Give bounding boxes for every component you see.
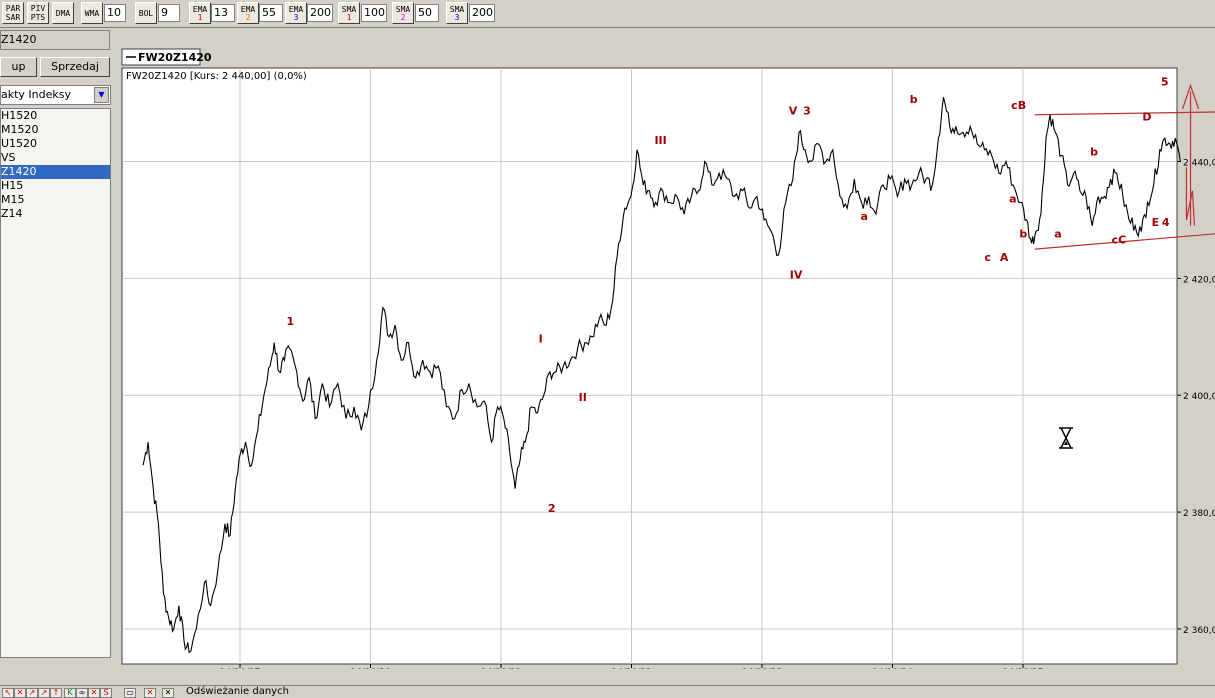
wave-label: b — [1090, 146, 1098, 159]
sma3-button[interactable]: SMA 3 — [446, 2, 468, 24]
x-tick-label: 14/10/24 — [872, 668, 913, 669]
ema3-button[interactable]: EMA 3 — [285, 2, 307, 24]
wave-label: b — [1019, 227, 1027, 240]
chevron-down-icon[interactable]: ▼ — [94, 87, 109, 103]
wave-label: E — [1152, 216, 1160, 229]
wave-label: 1 — [287, 315, 295, 328]
status-text: Odświeżanie danych — [186, 686, 289, 697]
wave-label: IV — [790, 268, 803, 281]
x-tick-label: 14/10/23 — [742, 668, 782, 669]
sell-button[interactable]: Sprzedaj — [40, 57, 110, 77]
sma2-button[interactable]: SMA 2 — [392, 2, 414, 24]
x-tick-label: 14/10/27 — [1003, 668, 1043, 669]
chart-area: 12IIIIIIV3IVabcBabcAabcCD5E4 2 360,002 3… — [113, 28, 1215, 669]
bollinger-period-input[interactable]: 9 — [158, 4, 180, 22]
instrument-list-item[interactable]: M15 — [1, 193, 110, 207]
wave-label: A — [1000, 251, 1009, 264]
instrument-list-item[interactable]: M1520 — [1, 123, 110, 137]
chart-header: FW20Z1420 [Kurs: 2 440,00] (0,0%) — [126, 71, 307, 82]
wave-label: a — [1009, 192, 1016, 205]
instrument-list-item[interactable]: H1520 — [1, 109, 110, 123]
button-index: 2 — [400, 12, 406, 22]
sma1-button[interactable]: SMA 1 — [338, 2, 360, 24]
buy-button[interactable]: up — [0, 57, 37, 77]
wave-label: 5 — [1161, 76, 1169, 89]
pivot-points-button[interactable]: PIV PTS — [27, 2, 49, 24]
button-label: PIV — [30, 4, 46, 13]
ema3-period-input[interactable]: 200 — [307, 4, 333, 22]
legend-label: FW20Z1420 — [138, 51, 212, 64]
wave-label: II — [579, 391, 587, 404]
x-tick-label: 14/10/22 — [611, 668, 651, 669]
wave-label: 2 — [548, 502, 556, 515]
wave-label: a — [1054, 227, 1061, 240]
ema2-period-input[interactable]: 55 — [259, 4, 283, 22]
wave-label: cB — [1011, 99, 1026, 112]
ema1-button[interactable]: EMA 1 — [189, 2, 211, 24]
y-tick-label: 2 380,00 — [1183, 509, 1215, 519]
instrument-list-item[interactable]: Z14 — [1, 207, 110, 221]
instrument-list: H1520 M1520 U1520 VS Z1420 H15 M15 Z14 — [0, 108, 111, 658]
category-select[interactable]: akty Indeksy ▼ — [0, 85, 111, 105]
y-tick-label: 2 420,00 — [1183, 275, 1215, 285]
instrument-title: Z1420 — [0, 30, 110, 50]
sma2-period-input[interactable]: 50 — [415, 4, 439, 22]
wave-label: III — [654, 134, 666, 147]
instrument-list-item[interactable]: H15 — [1, 179, 110, 193]
button-label: BOL — [138, 8, 154, 18]
instrument-list-item[interactable]: VS — [1, 151, 110, 165]
x-tick-label: 14/10/20 — [350, 668, 391, 669]
price-chart[interactable]: 12IIIIIIV3IVabcBabcAabcCD5E4 2 360,002 3… — [113, 28, 1215, 669]
button-label: PTS — [30, 13, 46, 22]
button-index: 1 — [197, 12, 203, 22]
bollinger-button[interactable]: BOL — [135, 2, 157, 24]
ema1-period-input[interactable]: 13 — [211, 4, 235, 22]
x-tick-label: 14/10/21 — [481, 668, 521, 669]
wma-period-input[interactable]: 10 — [104, 4, 126, 22]
toolbar: PAR SAR PIV PTS DMA WMA 10 BOL 9 EMA 1 13 E… — [0, 0, 1215, 28]
wave-label: 4 — [1162, 216, 1170, 229]
wma-button[interactable]: WMA — [81, 2, 103, 24]
plot-background — [121, 67, 1178, 665]
button-label: SAR — [5, 13, 21, 22]
sma1-period-input[interactable]: 100 — [361, 4, 387, 22]
status-bar: ↖ ✕ ↗ ↗ ↑ K ∞ ✕ S ▭ ✕ ✕ Odświeżanie dany… — [0, 685, 1215, 698]
wave-label: b — [910, 93, 918, 106]
button-index: 3 — [454, 12, 460, 22]
wave-label: D — [1142, 111, 1151, 124]
sma3-period-input[interactable]: 200 — [469, 4, 495, 22]
button-index: 1 — [346, 12, 352, 22]
wave-label: a — [861, 210, 868, 223]
y-axis: 2 360,00 2 380,00 2 400,00 2 420,00 2 440,00 — [1177, 158, 1215, 636]
button-label: DMA — [55, 8, 71, 18]
button-label: PAR — [5, 4, 21, 13]
instrument-list-item[interactable]: Z1420 — [1, 165, 110, 179]
button-index: 3 — [293, 12, 299, 22]
button-label: WMA — [84, 8, 100, 18]
wave-label: V — [789, 105, 798, 118]
x-axis: 14/10/17 14/10/20 14/10/21 14/10/22 14/10/23… — [220, 664, 1043, 669]
wave-label: c — [985, 251, 992, 264]
category-value: akty Indeksy — [1, 88, 72, 101]
y-tick-label: 2 440,00 — [1183, 158, 1215, 168]
dma-button[interactable]: DMA — [52, 2, 74, 24]
instrument-list-item[interactable]: U1520 — [1, 137, 110, 151]
ema2-button[interactable]: EMA 2 — [237, 2, 259, 24]
instrument-panel: Z1420 up Sprzedaj akty Indeksy ▼ H1520 M1… — [0, 28, 113, 660]
parabolic-sar-button[interactable]: PAR SAR — [2, 2, 24, 24]
y-tick-label: 2 400,00 — [1183, 392, 1215, 402]
wave-label: I — [539, 333, 543, 346]
x-tick-label: 14/10/17 — [220, 668, 260, 669]
button-index: 2 — [245, 12, 251, 22]
wave-label: 3 — [803, 105, 811, 118]
y-tick-label: 2 360,00 — [1183, 626, 1215, 636]
wave-label: cC — [1112, 233, 1127, 246]
